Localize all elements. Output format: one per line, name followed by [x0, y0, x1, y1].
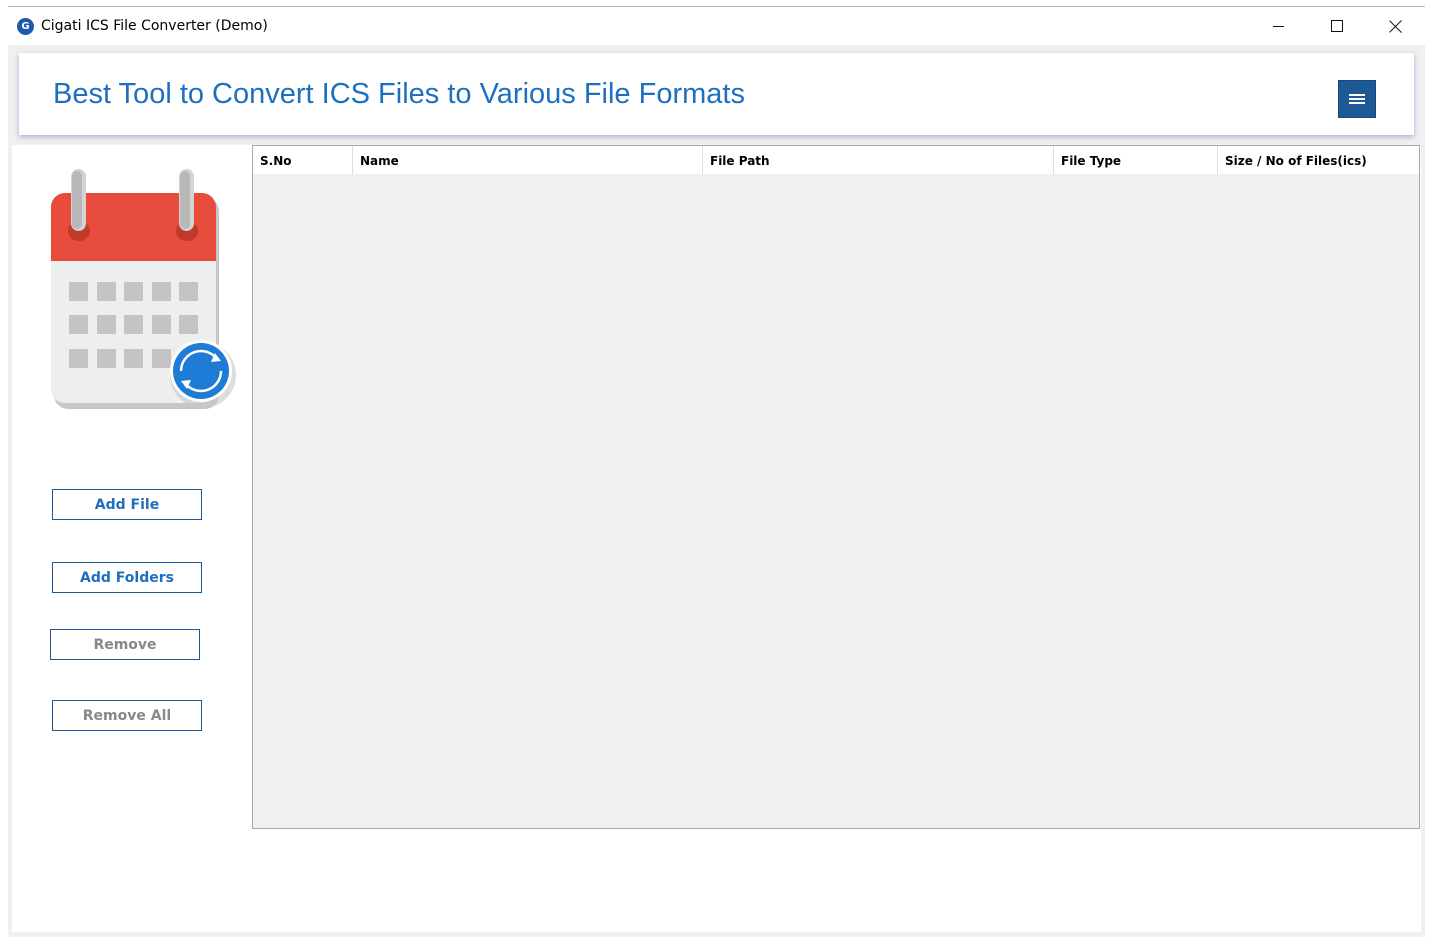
- remove-all-button[interactable]: Remove All: [52, 700, 202, 731]
- page-title: Best Tool to Convert ICS Files to Variou…: [53, 78, 745, 110]
- minimize-button[interactable]: [1255, 11, 1301, 41]
- hamburger-line: [1349, 102, 1365, 104]
- add-folders-button[interactable]: Add Folders: [52, 562, 202, 593]
- add-file-button[interactable]: Add File: [52, 489, 202, 520]
- calendar-sync-icon: [51, 169, 236, 409]
- maximize-button[interactable]: [1314, 11, 1360, 41]
- column-header-size[interactable]: Size / No of Files(ics): [1218, 146, 1417, 175]
- column-header-name[interactable]: Name: [353, 146, 703, 175]
- remove-button[interactable]: Remove: [50, 629, 200, 660]
- table-header: S.No Name File Path File Type Size / No …: [253, 146, 1419, 175]
- hamburger-line: [1349, 98, 1365, 100]
- title-bar[interactable]: G Cigati ICS File Converter (Demo): [8, 7, 1425, 45]
- maximize-icon: [1331, 20, 1343, 32]
- column-header-file-path[interactable]: File Path: [703, 146, 1054, 175]
- app-window: G Cigati ICS File Converter (Demo) Best …: [8, 6, 1425, 937]
- menu-button[interactable]: [1338, 80, 1376, 118]
- main-panel: Add File Add Folders Remove Remove All S…: [12, 145, 1421, 932]
- client-area: Best Tool to Convert ICS Files to Variou…: [8, 45, 1425, 937]
- column-header-sno[interactable]: S.No: [253, 146, 353, 175]
- header-banner: Best Tool to Convert ICS Files to Variou…: [19, 53, 1414, 135]
- column-header-file-type[interactable]: File Type: [1054, 146, 1218, 175]
- close-button[interactable]: [1373, 11, 1419, 41]
- close-icon: [1389, 19, 1403, 33]
- app-logo-icon: G: [17, 18, 34, 35]
- window-title: Cigati ICS File Converter (Demo): [41, 18, 268, 34]
- hamburger-menu-icon: [1349, 94, 1365, 96]
- file-list-table[interactable]: S.No Name File Path File Type Size / No …: [252, 145, 1420, 829]
- minimize-icon: [1272, 25, 1284, 27]
